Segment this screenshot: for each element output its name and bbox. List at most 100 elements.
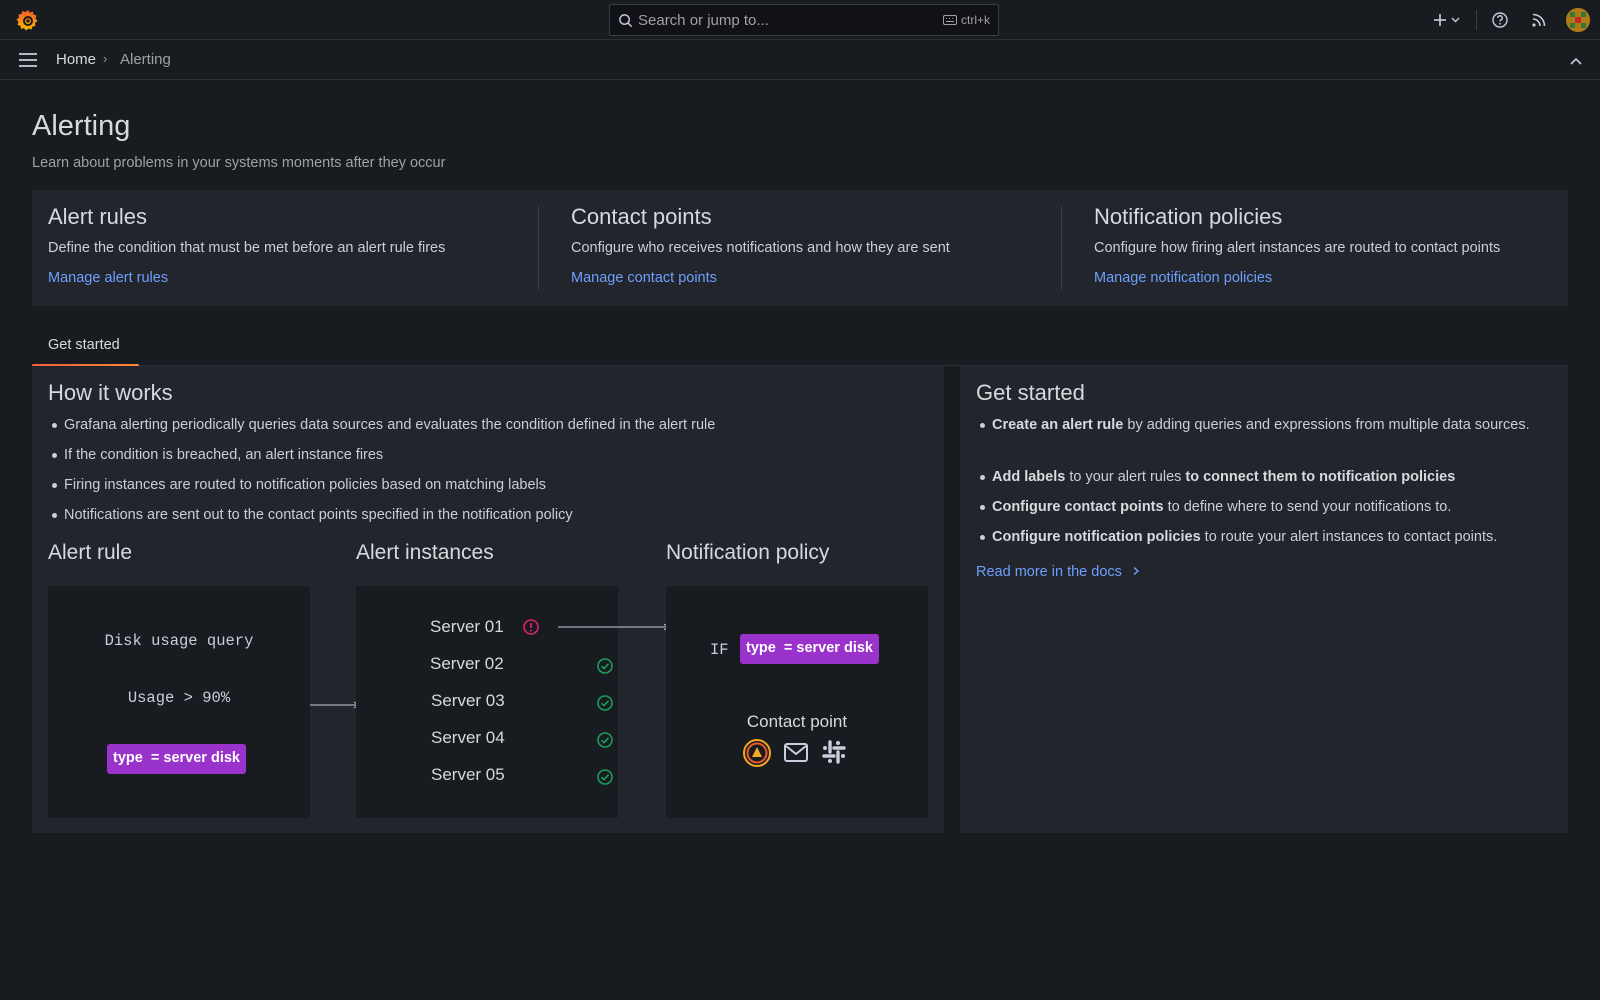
list-item: Configure contact points to define where… xyxy=(980,496,1552,518)
search-shortcut: ctrl+k xyxy=(942,13,990,27)
breadcrumb-current: Alerting xyxy=(120,51,171,68)
get-started-panel: Get started Create an alert rule by addi… xyxy=(960,366,1568,833)
top-nav-bar: Search or jump to... ctrl+k xyxy=(0,0,1600,40)
new-menu-button[interactable] xyxy=(1432,10,1464,30)
bullet-bold-text: Create an alert rule xyxy=(992,417,1124,433)
tab-bar: Get started xyxy=(32,330,1568,367)
alert-instances-box: Server 01 Server 02 Server 03 Server 04 … xyxy=(356,586,618,818)
bullet-bold-text: Add labels xyxy=(992,469,1066,485)
chevron-down-icon xyxy=(1451,17,1460,23)
bullet-text: to your alert rules xyxy=(1065,469,1186,485)
card-divider xyxy=(538,206,539,290)
breadcrumb-bar: Home › Alerting xyxy=(0,40,1600,80)
policy-if-text: IF xyxy=(710,641,729,659)
bullet-bold-text: Configure contact points xyxy=(992,499,1164,515)
label-key: type xyxy=(113,750,143,766)
page-subtitle: Learn about problems in your systems mom… xyxy=(32,155,446,171)
card-description: Configure how firing alert instances are… xyxy=(1094,240,1501,256)
alert-rule-title: Alert rule xyxy=(48,541,133,564)
list-item: Add labels to your alert rules to connec… xyxy=(980,466,1552,488)
read-docs-link[interactable]: Read more in the docs xyxy=(976,564,1142,580)
manage-notification-policies-link[interactable]: Manage notification policies xyxy=(1094,270,1272,286)
label-operator: = xyxy=(783,640,793,656)
label-chip: type = server disk xyxy=(740,634,879,664)
search-bar[interactable]: Search or jump to... ctrl+k xyxy=(609,4,999,36)
docs-link-text: Read more in the docs xyxy=(976,564,1122,580)
check-circle-icon xyxy=(597,658,613,674)
help-icon xyxy=(1492,12,1508,28)
alert-rule-condition: Usage > 90% xyxy=(127,689,231,707)
breadcrumb-home[interactable]: Home xyxy=(56,51,96,68)
collapse-button[interactable] xyxy=(1568,54,1584,66)
label-key: type xyxy=(746,640,776,656)
card-title: Contact points xyxy=(571,204,712,229)
server-name: Server 04 xyxy=(431,728,505,747)
overview-cards: Alert rules Define the condition that mu… xyxy=(32,190,1568,306)
how-it-works-title: How it works xyxy=(48,380,173,405)
card-description: Define the condition that must be met be… xyxy=(48,240,446,256)
slack-icon xyxy=(822,740,846,764)
chevron-right-icon xyxy=(1133,566,1139,576)
grafana-oncall-icon xyxy=(743,739,771,767)
search-icon xyxy=(618,13,633,31)
server-row: Server 03 xyxy=(430,688,613,716)
bullet-text: to define where to send your notificatio… xyxy=(1163,499,1452,515)
check-circle-icon xyxy=(597,769,613,785)
label-operator: = xyxy=(150,750,160,766)
server-name: Server 03 xyxy=(431,691,505,710)
label-chip: type = server disk xyxy=(107,744,246,774)
contact-point-title: Contact point xyxy=(746,712,848,731)
how-it-works-panel: How it works Grafana alerting periodical… xyxy=(32,366,944,833)
server-name: Server 01 xyxy=(430,617,504,636)
label-value: server disk xyxy=(163,750,240,766)
hamburger-menu-icon xyxy=(19,53,37,67)
email-icon xyxy=(784,743,808,762)
bullet-bold-text: Configure notification policies xyxy=(992,529,1201,545)
grafana-logo-icon[interactable] xyxy=(16,8,40,32)
card-contact-points: Contact points Configure who receives no… xyxy=(571,190,1051,306)
check-circle-icon xyxy=(597,732,613,748)
list-item: Notifications are sent out to the contac… xyxy=(52,504,573,526)
tab-get-started[interactable]: Get started xyxy=(32,330,139,367)
alert-firing-icon xyxy=(523,619,539,635)
notification-policy-box: IF type = server disk Contact point xyxy=(666,586,928,818)
mega-menu-button[interactable] xyxy=(18,52,38,68)
server-row: Server 01 xyxy=(430,614,570,642)
tab-label: Get started xyxy=(48,337,120,353)
server-row: Server 04 xyxy=(430,725,613,753)
rss-icon xyxy=(1532,13,1546,27)
list-item: Configure notification policies to route… xyxy=(980,526,1552,548)
breadcrumb-separator: › xyxy=(103,51,108,66)
card-divider xyxy=(1061,206,1062,290)
card-alert-rules: Alert rules Define the condition that mu… xyxy=(48,190,528,306)
card-description: Configure who receives notifications and… xyxy=(571,240,950,256)
page-title: Alerting xyxy=(32,110,131,142)
label-value: server disk xyxy=(796,640,873,656)
keyboard-icon xyxy=(942,15,957,25)
server-name: Server 02 xyxy=(430,654,504,673)
notification-policy-title: Notification policy xyxy=(666,541,830,564)
alert-instances-title: Alert instances xyxy=(356,541,494,564)
user-avatar[interactable] xyxy=(1566,8,1590,32)
alert-rule-box: Disk usage query Usage > 90% type = serv… xyxy=(48,586,310,818)
flow-arrow xyxy=(558,623,669,631)
card-title: Alert rules xyxy=(48,204,148,229)
get-started-title: Get started xyxy=(976,380,1085,405)
list-item: Grafana alerting periodically queries da… xyxy=(51,414,715,436)
search-placeholder: Search or jump to... xyxy=(638,12,769,29)
card-notification-policies: Notification policies Configure how firi… xyxy=(1094,190,1564,306)
server-row: Server 05 xyxy=(430,762,613,790)
check-circle-icon xyxy=(597,695,613,711)
bullet-text: by adding queries and expressions from m… xyxy=(1123,417,1530,433)
list-item: If the condition is breached, an alert i… xyxy=(51,444,383,466)
search-shortcut-text: ctrl+k xyxy=(960,13,990,27)
manage-alert-rules-link[interactable]: Manage alert rules xyxy=(48,270,168,286)
manage-contact-points-link[interactable]: Manage contact points xyxy=(571,270,717,286)
list-item: Create an alert rule by adding queries a… xyxy=(980,414,1532,436)
toolbar-divider xyxy=(1476,10,1477,30)
server-row: Server 02 xyxy=(430,651,613,679)
plus-icon xyxy=(1434,14,1446,26)
help-button[interactable] xyxy=(1490,10,1510,30)
chevron-up-icon xyxy=(1570,57,1582,65)
news-button[interactable] xyxy=(1529,10,1549,30)
